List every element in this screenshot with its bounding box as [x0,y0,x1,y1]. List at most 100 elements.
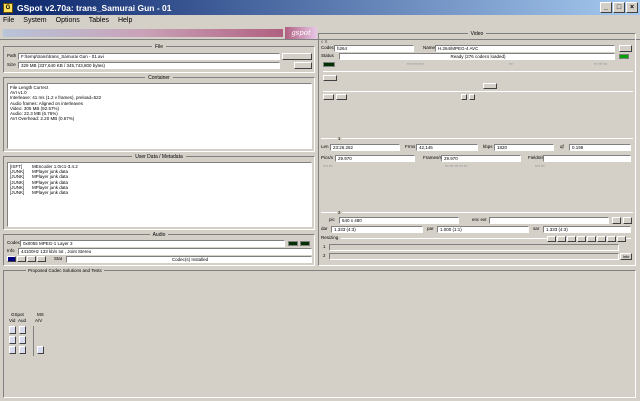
aud-test-button[interactable] [19,346,26,354]
audio-button[interactable] [17,256,26,262]
audio-play-button[interactable] [7,256,16,262]
video-panel: Video c S Codec h264 Name H.264/MPEG-4 A… [318,31,636,266]
audio-button[interactable] [27,256,36,262]
menu-help[interactable]: Help [118,17,132,24]
proposed-panel-title: Proposed Codec Solutions and Tests [26,268,104,274]
video-flags: ▪▪▪▪ ▪▪▪ [323,164,333,168]
app-icon: G [3,2,13,13]
video-nav-button[interactable] [323,94,334,100]
aud-test-button[interactable] [19,326,26,334]
len-label: Len [321,144,329,149]
gradient-banner [3,29,283,37]
audio-panel-title: Audio [149,232,169,238]
video-flags: ▪▪▪ ▪▪▪ ▪▪▪ ▪▪▪ ▪▪▪ [445,164,468,168]
video-name-label: Name [423,45,436,50]
resizing-label: Resizing [321,235,339,240]
audio-stat-label: Stat [54,256,63,261]
video-divider [323,91,633,92]
audio-led [300,241,310,246]
window-title: GSpot v2.70a: trans_Samurai Gun - 01 [17,2,172,13]
container-panel: Container File Length Correct AVI v1.0 I… [3,75,315,152]
qf-label: qf [560,144,564,149]
menu-file[interactable]: File [3,17,14,24]
maximize-button[interactable]: □ [613,2,625,13]
resize-button[interactable] [567,236,576,242]
sar-label: sar [533,226,540,231]
frms-field: 42,145 [416,144,478,151]
par-label: par [427,226,434,231]
par-field: 1.000 (1:1) [437,226,529,233]
menu-tables[interactable]: Tables [89,17,109,24]
video-flags: ▪▪▪▪ ▪▪▪▪ ▪▪▪▪ [407,62,424,66]
size-field: 329 MB (337,640 KB / 345,743,800 bytes) [18,62,280,69]
aud-label: Aud [18,318,27,323]
enc-label: enc ext [472,217,487,222]
video-small-button[interactable] [483,83,497,89]
resize-button[interactable] [557,236,566,242]
video-codec-button[interactable] [619,45,632,52]
vid-test-button[interactable] [9,326,16,334]
fields-field [543,155,631,162]
resize-button[interactable] [547,236,556,242]
ms-test-button[interactable] [37,346,44,354]
pics-field: 29.970 [335,155,415,162]
video-led [619,54,629,59]
video-flags: ▪▪▪▪ ▪▪▪ [535,164,545,168]
video-section-1-label: 1 [337,136,342,142]
dar-label: dar [321,226,328,231]
menu-system[interactable]: System [23,17,46,24]
resize-button[interactable] [607,236,616,242]
minimize-button[interactable]: _ [600,2,612,13]
audio-codec-field: 0x0055 MPEG-1 Layer 3 [20,240,285,247]
video-codec-label: Codec [321,45,335,50]
proposed-codec-panel: Proposed Codec Solutions and Tests GSpot… [3,268,636,398]
audio-panel: Audio Codec 0x0055 MPEG-1 Layer 3 Info 4… [3,232,315,266]
resize-button[interactable] [587,236,596,242]
audio-codec-label: Codec [7,240,21,245]
userdata-panel: User Data / Metadata [ISFT] MEncoder 1.0r… [3,154,315,230]
audio-status-field: Codec(s) Installed [66,256,312,263]
info-button[interactable]: Info [620,253,632,260]
resize-button[interactable] [597,236,606,242]
video-section-2-label: 2 [337,210,342,216]
container-info-box: File Length Correct AVI v1.0 Interleave:… [7,83,312,149]
resize-button[interactable] [577,236,586,242]
row-1-field [329,244,619,251]
path-label: Path [7,53,17,58]
play-button[interactable] [294,62,312,69]
vid-test-button[interactable] [9,346,16,354]
close-button[interactable]: × [626,2,638,13]
browse-button[interactable] [282,53,312,60]
video-nav-button[interactable] [461,94,467,100]
kbps-label: kbps [483,144,493,149]
enc-button[interactable] [623,217,632,224]
path-field[interactable]: F:\temp\trans\trans_Samurai Gun - 01.avi [18,53,280,60]
size-label: Size [7,62,16,67]
file-panel: File Path F:\temp\trans\trans_Samurai Gu… [3,44,315,73]
fields-label: Fields/s [528,155,544,160]
menu-options[interactable]: Options [56,17,80,24]
container-line: AVI Overhead: 2.20 MB (0.67%) [10,116,75,122]
video-panel-title: Video [467,31,487,37]
sar-field: 1.333 (4:3) [543,226,631,233]
video-small-button[interactable] [323,75,337,81]
pics-label: Pics/s [321,155,334,160]
video-nav-button[interactable] [336,94,347,100]
av-label: A/V [35,318,43,323]
vid-label: Vid [9,318,16,323]
audio-button[interactable] [37,256,46,262]
row-1-label: 1 [323,244,326,249]
pic-field: 640 x 480 [339,217,459,224]
video-status-label: Status [321,53,334,58]
gspot-logo: gspot [285,27,317,39]
resize-button[interactable] [617,236,626,242]
resize-button-row [547,236,626,242]
enc-button[interactable] [612,217,621,224]
row-2-field [329,253,619,260]
title-bar: G GSpot v2.70a: trans_Samurai Gun - 01 _… [0,0,640,15]
video-nav-button[interactable] [469,94,475,100]
video-divider [323,71,633,72]
aud-test-button[interactable] [19,336,26,344]
audio-led [288,241,298,246]
vid-test-button[interactable] [9,336,16,344]
